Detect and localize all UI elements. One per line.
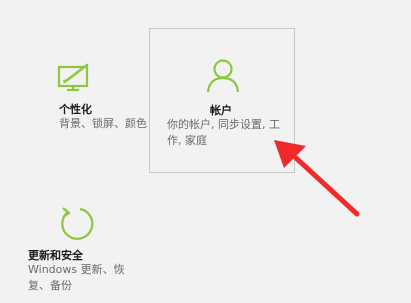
annotation-arrow-icon <box>274 140 360 217</box>
